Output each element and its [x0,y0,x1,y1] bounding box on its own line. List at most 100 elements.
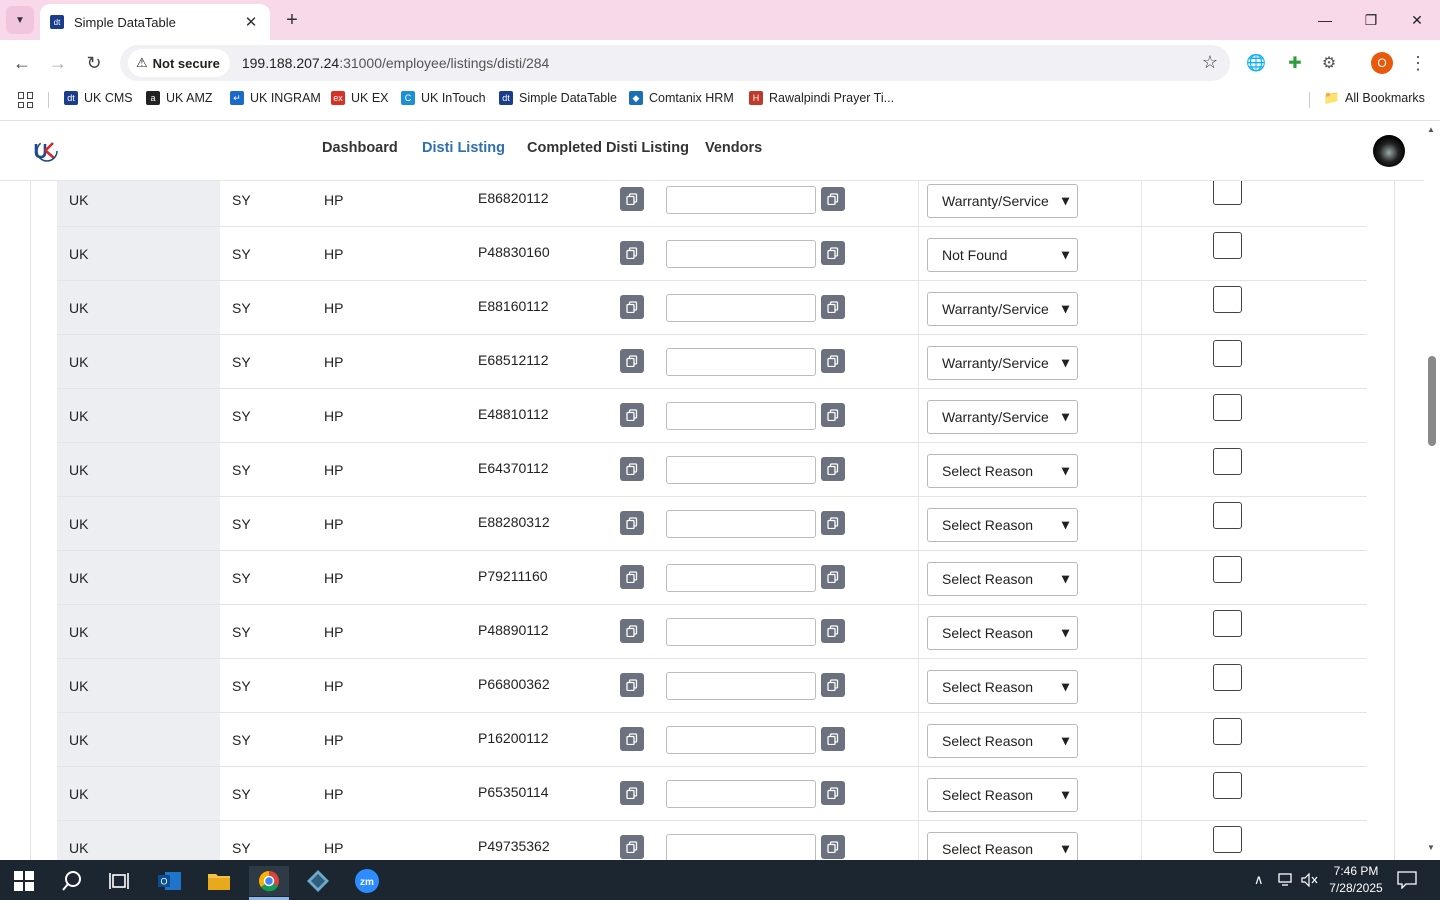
browser-menu-icon[interactable]: ⋮ [1406,51,1430,75]
paste-value-button[interactable] [821,781,845,805]
scroll-thumb[interactable] [1428,356,1436,446]
copy-part-button[interactable] [620,187,644,211]
reason-select[interactable]: Select Reason ▾ [927,508,1078,542]
file-explorer-icon[interactable] [199,866,239,896]
value-input[interactable] [666,510,816,538]
value-input[interactable] [666,780,816,808]
page-scrollbar[interactable]: ▲ ▼ [1424,121,1440,860]
bookmark-item[interactable]: ex UK EX [331,91,389,105]
new-tab-plus-icon[interactable]: + [280,8,304,32]
row-checkbox[interactable] [1213,448,1242,475]
tray-chevron-up-icon[interactable]: ∧ [1254,860,1264,900]
reason-select[interactable]: Warranty/Service ▾ [927,292,1078,326]
value-input[interactable] [666,294,816,322]
value-input[interactable] [666,834,816,860]
bookmark-item[interactable]: ◆ Comtanix HRM [629,91,734,105]
tab-search-chevron-icon[interactable]: ▼ [6,6,34,34]
bookmark-item[interactable]: a UK AMZ [146,91,213,105]
row-checkbox[interactable] [1213,556,1242,583]
paste-value-button[interactable] [821,511,845,535]
reason-select[interactable]: Not Found ▾ [927,238,1078,272]
row-checkbox[interactable] [1213,232,1242,259]
value-input[interactable] [666,618,816,646]
zoom-icon[interactable]: zm [347,866,387,896]
bookmark-item[interactable]: ↵ UK INGRAM [230,91,321,105]
forward-arrow-icon[interactable]: → [44,49,72,77]
tab-close-icon[interactable]: ✕ [242,13,260,31]
value-input[interactable] [666,456,816,484]
url-text[interactable]: 199.188.207.24:31000/employee/listings/d… [242,55,549,71]
copy-part-button[interactable] [620,835,644,859]
window-close-icon[interactable]: ✕ [1394,6,1440,34]
reload-icon[interactable]: ↻ [80,49,108,77]
row-checkbox[interactable] [1213,664,1242,691]
copy-part-button[interactable] [620,619,644,643]
row-checkbox[interactable] [1213,340,1242,367]
apps-grid-icon[interactable] [18,92,34,108]
copy-part-button[interactable] [620,565,644,589]
copy-part-button[interactable] [620,781,644,805]
bookmark-item[interactable]: dt Simple DataTable [499,91,617,105]
paste-value-button[interactable] [821,349,845,373]
paste-value-button[interactable] [821,673,845,697]
bookmark-item[interactable]: H Rawalpindi Prayer Ti... [749,91,894,105]
copy-part-button[interactable] [620,349,644,373]
paste-value-button[interactable] [821,403,845,427]
reason-select[interactable]: Select Reason ▾ [927,616,1078,650]
row-checkbox[interactable] [1213,772,1242,799]
all-bookmarks-folder[interactable]: 📁 All Bookmarks [1324,90,1425,105]
reason-select[interactable]: Select Reason ▾ [927,562,1078,596]
reason-select[interactable]: Warranty/Service ▾ [927,400,1078,434]
nav-vendors[interactable]: Vendors [705,140,762,156]
windows-start-icon[interactable] [4,866,44,896]
bookmark-item[interactable]: dt UK CMS [64,91,133,105]
value-input[interactable] [666,564,816,592]
scroll-up-arrow-icon[interactable]: ▲ [1427,125,1435,134]
nav-dashboard[interactable]: Dashboard [322,140,398,156]
row-checkbox[interactable] [1213,394,1242,421]
row-checkbox[interactable] [1213,610,1242,637]
nav-disti-listing[interactable]: Disti Listing [422,140,505,156]
reason-select[interactable]: Select Reason ▾ [927,454,1078,488]
row-checkbox[interactable] [1213,181,1242,205]
restore-icon[interactable]: ❐ [1348,6,1394,34]
outlook-icon[interactable]: O [150,866,190,896]
row-checkbox[interactable] [1213,718,1242,745]
copy-part-button[interactable] [620,295,644,319]
extensions-puzzle-icon[interactable]: ⚙ [1317,51,1341,75]
copy-part-button[interactable] [620,511,644,535]
value-input[interactable] [666,186,816,214]
network-icon[interactable] [1277,860,1295,900]
value-input[interactable] [666,348,816,376]
profile-avatar-icon[interactable]: O [1371,52,1393,74]
reason-select[interactable]: Select Reason ▾ [927,832,1078,860]
paste-value-button[interactable] [821,835,845,859]
reason-select[interactable]: Warranty/Service ▾ [927,184,1078,218]
paste-value-button[interactable] [821,457,845,481]
paste-value-button[interactable] [821,187,845,211]
scroll-down-arrow-icon[interactable]: ▼ [1427,843,1435,852]
security-chip[interactable]: ⚠ Not secure [128,49,230,77]
paste-value-button[interactable] [821,565,845,589]
address-bar[interactable]: ⚠ Not secure 199.188.207.24:31000/employ… [120,45,1230,81]
copy-part-button[interactable] [620,727,644,751]
volume-muted-icon[interactable] [1301,860,1319,900]
diamond-app-icon[interactable] [298,866,338,896]
nav-completed-disti-listing[interactable]: Completed Disti Listing [527,140,689,156]
user-avatar[interactable] [1373,135,1405,167]
paste-value-button[interactable] [821,241,845,265]
paste-value-button[interactable] [821,295,845,319]
copy-part-button[interactable] [620,241,644,265]
back-arrow-icon[interactable]: ← [8,49,36,77]
value-input[interactable] [666,240,816,268]
task-view-icon[interactable] [99,866,139,896]
uk-logo-icon[interactable] [33,139,59,163]
copy-part-button[interactable] [620,673,644,697]
extension-puzzle-green-icon[interactable]: ✚ [1283,51,1307,75]
search-icon[interactable] [52,866,92,896]
row-checkbox[interactable] [1213,826,1242,853]
translate-globe-icon[interactable]: 🌐 [1244,51,1268,75]
tab-simple-datatable[interactable]: dt Simple DataTable ✕ [40,4,270,40]
bookmark-star-icon[interactable]: ☆ [1202,52,1218,73]
reason-select[interactable]: Select Reason ▾ [927,778,1078,812]
